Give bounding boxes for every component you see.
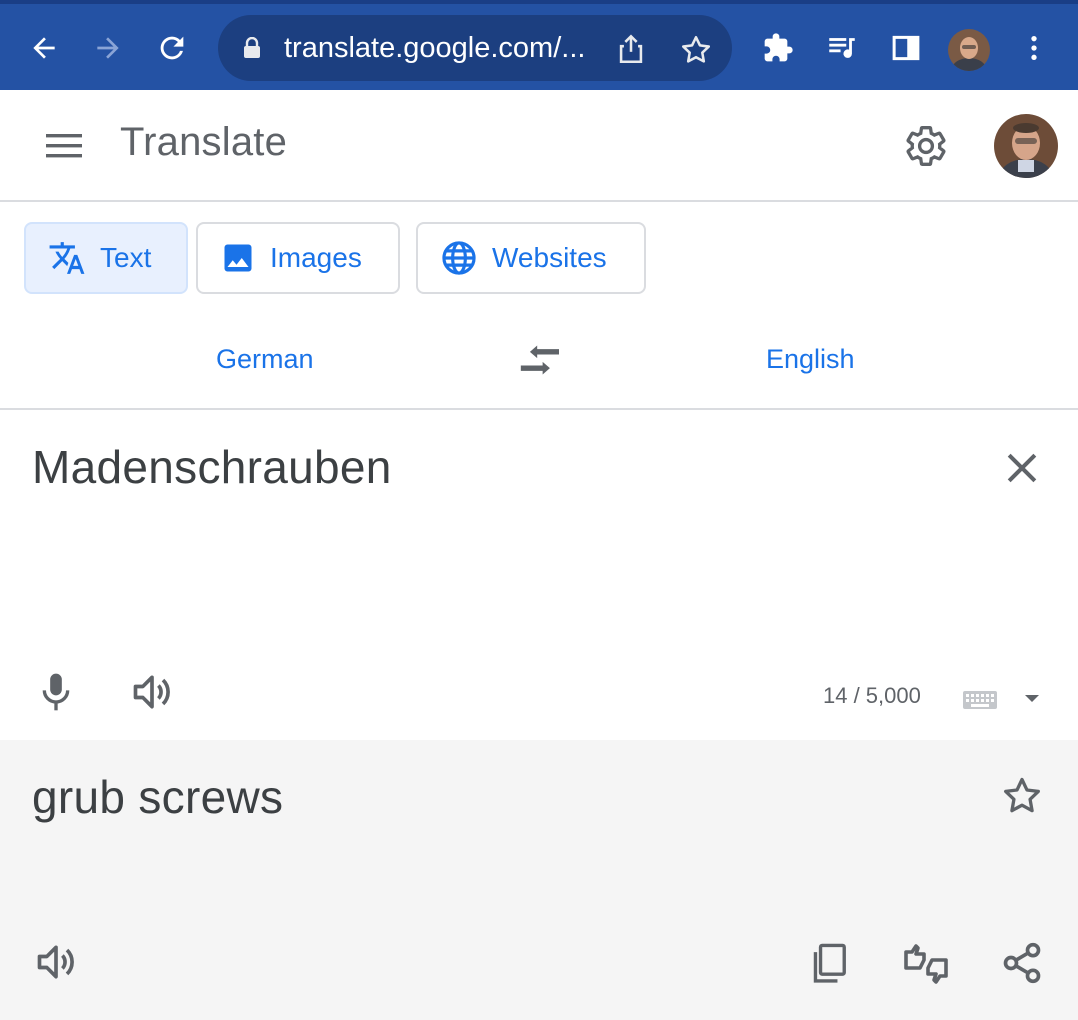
- tab-images[interactable]: Images: [196, 222, 400, 294]
- media-control-button[interactable]: [820, 26, 864, 70]
- puzzle-icon: [764, 33, 793, 62]
- speaker-icon: [133, 675, 170, 709]
- voice-input-button[interactable]: [36, 670, 76, 714]
- arrow-left-icon: [33, 37, 55, 59]
- close-icon: [1007, 453, 1037, 483]
- avatar-photo-icon: [948, 29, 990, 71]
- copy-translation-button[interactable]: [808, 942, 850, 986]
- arrow-right-icon: [97, 37, 119, 59]
- swap-arrows-icon: [520, 345, 559, 375]
- tab-websites-label: Websites: [492, 242, 607, 273]
- lock-icon: [244, 37, 260, 58]
- translate-icon: [49, 242, 85, 274]
- app-title: Translate: [120, 120, 288, 164]
- rate-translation-button[interactable]: [900, 940, 952, 988]
- share-icon: [1003, 942, 1041, 984]
- swap-languages-button[interactable]: [517, 340, 561, 380]
- main-menu-button[interactable]: [44, 128, 84, 164]
- more-vert-icon: [1031, 36, 1037, 60]
- clear-source-button[interactable]: [1000, 446, 1044, 490]
- address-bar[interactable]: translate.google.com/...: [218, 15, 732, 81]
- browser-toolbar: translate.google.com/...: [0, 0, 1078, 90]
- gear-icon: [906, 126, 946, 166]
- share-translation-button[interactable]: [1000, 940, 1044, 986]
- app-header: Translate: [0, 90, 1078, 202]
- chrome-menu-button[interactable]: [1012, 26, 1056, 70]
- reload-icon: [160, 36, 184, 60]
- reload-button[interactable]: [150, 26, 194, 70]
- caret-down-icon: [1025, 695, 1039, 702]
- tab-images-label: Images: [270, 242, 362, 273]
- listen-source-button[interactable]: [130, 670, 174, 714]
- save-translation-button[interactable]: [1000, 774, 1044, 818]
- account-avatar[interactable]: [994, 114, 1058, 178]
- speaker-icon: [37, 945, 74, 979]
- back-button[interactable]: [22, 26, 66, 70]
- listen-translation-button[interactable]: [34, 940, 78, 984]
- tab-text[interactable]: Text: [24, 222, 188, 294]
- thumbs-up-down-icon: [904, 944, 948, 984]
- target-language-button[interactable]: English: [766, 344, 855, 375]
- globe-icon: [442, 241, 476, 275]
- tab-websites[interactable]: Websites: [416, 222, 646, 294]
- side-panel-button[interactable]: [884, 26, 928, 70]
- keyboard-icon: [963, 691, 997, 709]
- extensions-button[interactable]: [756, 26, 800, 70]
- url-text: translate.google.com/...: [284, 32, 586, 64]
- character-count: 14 / 5,000: [823, 683, 921, 708]
- input-tools-button[interactable]: [962, 688, 998, 712]
- forward-button[interactable]: [86, 26, 130, 70]
- side-panel-icon: [892, 35, 920, 61]
- star-outline-icon: [1004, 777, 1040, 813]
- share-page-icon[interactable]: [614, 32, 648, 66]
- source-language-button[interactable]: German: [216, 344, 314, 375]
- input-tools-dropdown[interactable]: [1022, 690, 1042, 706]
- profile-avatar[interactable]: [948, 29, 990, 71]
- microphone-icon: [42, 673, 70, 711]
- bookmark-star-icon[interactable]: [678, 32, 714, 68]
- translation-result-panel: grub screws: [0, 740, 1078, 1020]
- playlist-music-icon: [829, 38, 855, 58]
- tab-text-label: Text: [100, 242, 152, 273]
- language-selector-bar: German English: [0, 314, 1078, 410]
- copy-icon: [813, 943, 846, 983]
- hamburger-menu-icon: [46, 134, 82, 158]
- avatar-photo-icon: [994, 114, 1058, 178]
- settings-button[interactable]: [904, 124, 948, 168]
- image-icon: [224, 244, 252, 272]
- translation-output: grub screws: [32, 771, 284, 823]
- source-text-input[interactable]: Madenschrauben: [32, 440, 392, 494]
